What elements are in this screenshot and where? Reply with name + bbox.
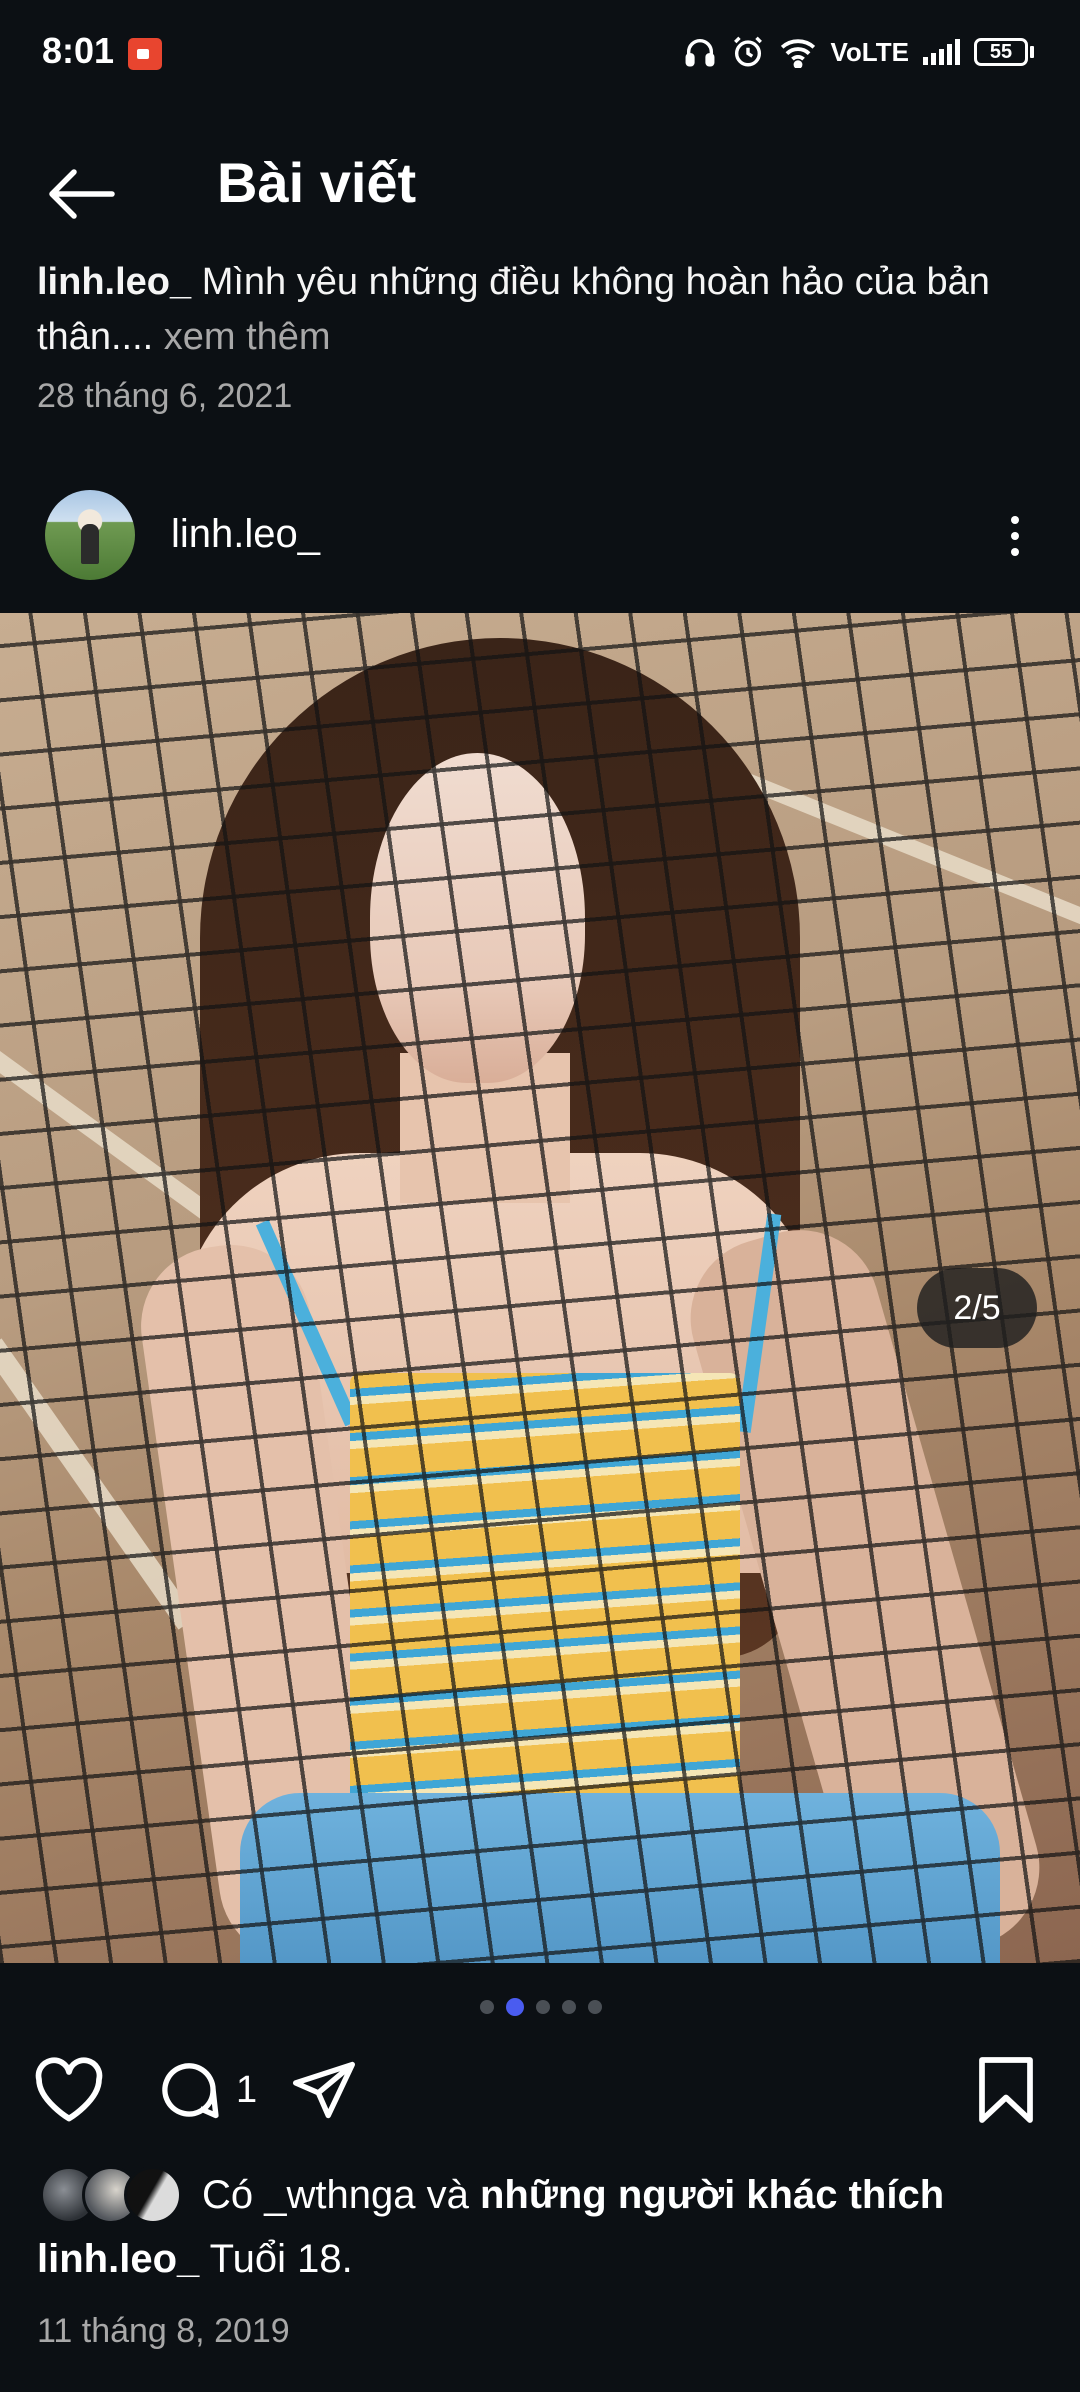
previous-post-username[interactable]: linh.leo_ [37, 261, 191, 303]
liker-avatar [124, 2166, 182, 2224]
see-more-link[interactable]: xem thêm [164, 316, 331, 358]
bookmark-icon [979, 2057, 1033, 2123]
back-button[interactable] [44, 166, 124, 226]
battery-icon: 55 [974, 38, 1034, 66]
carousel-dot [588, 2000, 602, 2014]
headphones-icon [685, 39, 714, 67]
status-bar: 8:01 VoLTE 55 [0, 0, 1080, 110]
avatar[interactable] [45, 490, 135, 580]
carousel-dot [562, 2000, 576, 2014]
more-vertical-icon [1000, 516, 1030, 556]
status-time: 8:01 [42, 30, 115, 71]
wifi-icon [780, 39, 815, 68]
carousel-counter: 2/5 [917, 1268, 1037, 1348]
network-type: VoLTE [830, 36, 909, 67]
first-liker[interactable]: _wthnga [264, 2173, 415, 2217]
likes-summary[interactable]: Có _wthnga và những người khác thích [40, 2163, 944, 2227]
previous-post-caption: linh.leo_ Mình yêu những điều không hoàn… [37, 261, 1037, 365]
post-actions: 1 [0, 2045, 1080, 2135]
caption-text: Tuổi 18. [209, 2237, 353, 2281]
status-icons: VoLTE 55 [683, 30, 1034, 74]
carousel-dot-active [506, 1998, 524, 2016]
likes-connector: và [426, 2172, 469, 2217]
arrow-left-icon [49, 169, 115, 219]
comment-icon [162, 2063, 219, 2119]
caption-username[interactable]: linh.leo_ [37, 2237, 199, 2281]
likes-prefix: Có [202, 2172, 254, 2217]
carousel-dot [536, 2000, 550, 2014]
comment-button[interactable]: 1 [154, 2045, 257, 2135]
heart-icon [35, 2057, 103, 2122]
comment-count: 1 [236, 2068, 258, 2111]
share-button[interactable] [288, 2045, 368, 2135]
save-button[interactable] [975, 2045, 1045, 2135]
page-title: Bài viết [217, 151, 417, 214]
post-username[interactable]: linh.leo_ [171, 512, 320, 557]
post-header: linh.leo_ [0, 485, 1080, 585]
battery-level: 55 [974, 38, 1028, 66]
carousel-dot [480, 2000, 494, 2014]
screen-record-icon [128, 38, 162, 70]
alarm-icon [733, 36, 762, 67]
like-button[interactable] [33, 2045, 109, 2135]
likes-others[interactable]: những người khác thích [480, 2173, 944, 2217]
carousel-indicator [480, 1998, 602, 2016]
send-icon [292, 2061, 356, 2119]
previous-post-date: 28 tháng 6, 2021 [37, 377, 293, 415]
post-photo[interactable]: 2/5 [0, 613, 1080, 1963]
signal-icon [923, 39, 960, 65]
post-caption: linh.leo_ Tuổi 18. [37, 2237, 353, 2282]
more-options-button[interactable] [1000, 510, 1030, 570]
likes-text: Có _wthnga và những người khác thích [202, 2173, 944, 2218]
post-date: 11 tháng 8, 2019 [37, 2312, 290, 2350]
